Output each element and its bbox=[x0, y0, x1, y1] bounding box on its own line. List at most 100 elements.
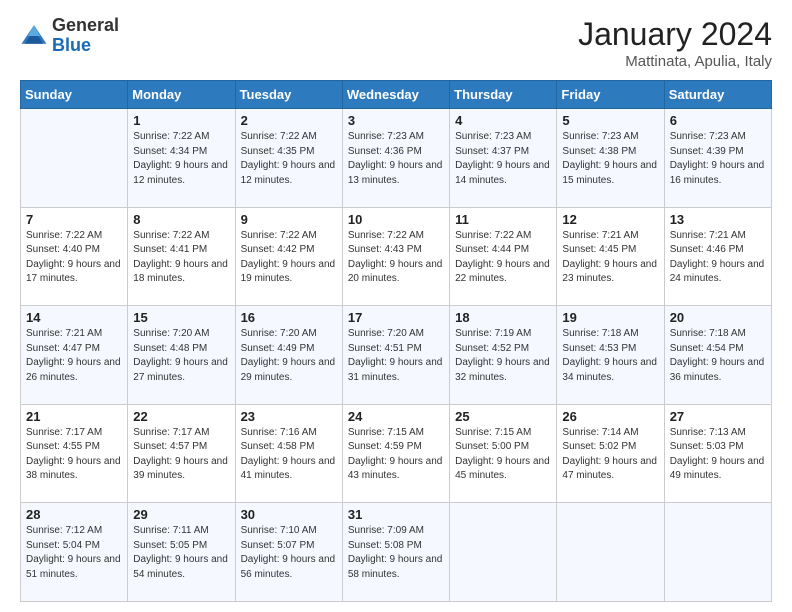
calendar-cell: 27 Sunrise: 7:13 AMSunset: 5:03 PMDayligh… bbox=[664, 404, 771, 503]
calendar-cell: 15Sunrise: 7:20 AMSunset: 4:48 PMDayligh… bbox=[128, 306, 235, 405]
day-info: Sunrise: 7:22 AMSunset: 4:35 PMDaylight:… bbox=[241, 130, 337, 188]
day-info: Sunrise: 7:19 AMSunset: 4:52 PMDaylight:… bbox=[455, 327, 551, 385]
day-info: Sunrise: 7:20 AMSunset: 4:48 PMDaylight:… bbox=[133, 327, 229, 385]
day-info: Sunrise: 7:18 AMSunset: 4:54 PMDaylight:… bbox=[670, 327, 766, 385]
day-number: 7 bbox=[26, 212, 122, 227]
logo: General Blue bbox=[20, 16, 119, 56]
day-number: 24 bbox=[348, 409, 444, 424]
day-number: 2 bbox=[241, 113, 337, 128]
calendar-cell: 26Sunrise: 7:14 AMSunset: 5:02 PMDayligh… bbox=[557, 404, 664, 503]
day-number: 1 bbox=[133, 113, 229, 128]
calendar-cell: 22 Sunrise: 7:17 AMSunset: 4:57 PMDayligh… bbox=[128, 404, 235, 503]
day-info: Sunrise: 7:20 AMSunset: 4:51 PMDaylight:… bbox=[348, 327, 444, 385]
calendar-cell: 24 Sunrise: 7:15 AMSunset: 4:59 PMDayligh… bbox=[342, 404, 449, 503]
day-number: 9 bbox=[241, 212, 337, 227]
calendar-cell: 2 Sunrise: 7:22 AMSunset: 4:35 PMDaylight… bbox=[235, 109, 342, 208]
calendar-cell bbox=[557, 503, 664, 602]
day-info: Sunrise: 7:17 AMSunset: 4:57 PMDaylight:… bbox=[133, 426, 229, 484]
month-title: January 2024 bbox=[578, 16, 772, 53]
calendar-cell: 29Sunrise: 7:11 AMSunset: 5:05 PMDayligh… bbox=[128, 503, 235, 602]
day-info: Sunrise: 7:22 AMSunset: 4:42 PMDaylight:… bbox=[241, 229, 337, 287]
day-number: 14 bbox=[26, 310, 122, 325]
calendar-cell: 1 Sunrise: 7:22 AMSunset: 4:34 PMDaylight… bbox=[128, 109, 235, 208]
calendar-cell: 9 Sunrise: 7:22 AMSunset: 4:42 PMDaylight… bbox=[235, 207, 342, 306]
day-info: Sunrise: 7:22 AMSunset: 4:43 PMDaylight:… bbox=[348, 229, 444, 287]
day-number: 25 bbox=[455, 409, 551, 424]
day-number: 11 bbox=[455, 212, 551, 227]
day-header-monday: Monday bbox=[128, 81, 235, 109]
day-number: 22 bbox=[133, 409, 229, 424]
day-info: Sunrise: 7:13 AMSunset: 5:03 PMDaylight:… bbox=[670, 426, 766, 484]
week-row-5: 28 Sunrise: 7:12 AMSunset: 5:04 PMDayligh… bbox=[21, 503, 772, 602]
calendar-table: SundayMondayTuesdayWednesdayThursdayFrid… bbox=[20, 80, 772, 602]
day-info: Sunrise: 7:15 AMSunset: 4:59 PMDaylight:… bbox=[348, 426, 444, 484]
logo-text: General Blue bbox=[52, 16, 119, 56]
logo-icon bbox=[20, 22, 48, 50]
calendar-cell: 5 Sunrise: 7:23 AMSunset: 4:38 PMDaylight… bbox=[557, 109, 664, 208]
day-number: 19 bbox=[562, 310, 658, 325]
calendar-cell: 21 Sunrise: 7:17 AMSunset: 4:55 PMDayligh… bbox=[21, 404, 128, 503]
day-info: Sunrise: 7:16 AMSunset: 4:58 PMDaylight:… bbox=[241, 426, 337, 484]
calendar-cell: 4 Sunrise: 7:23 AMSunset: 4:37 PMDaylight… bbox=[450, 109, 557, 208]
week-row-1: 1 Sunrise: 7:22 AMSunset: 4:34 PMDaylight… bbox=[21, 109, 772, 208]
day-header-saturday: Saturday bbox=[664, 81, 771, 109]
day-number: 5 bbox=[562, 113, 658, 128]
day-header-sunday: Sunday bbox=[21, 81, 128, 109]
week-row-2: 7Sunrise: 7:22 AMSunset: 4:40 PMDaylight… bbox=[21, 207, 772, 306]
day-number: 29 bbox=[133, 507, 229, 522]
calendar-cell: 6 Sunrise: 7:23 AMSunset: 4:39 PMDaylight… bbox=[664, 109, 771, 208]
day-number: 30 bbox=[241, 507, 337, 522]
calendar-cell: 3 Sunrise: 7:23 AMSunset: 4:36 PMDaylight… bbox=[342, 109, 449, 208]
day-info: Sunrise: 7:23 AMSunset: 4:39 PMDaylight:… bbox=[670, 130, 766, 188]
calendar-cell: 18Sunrise: 7:19 AMSunset: 4:52 PMDayligh… bbox=[450, 306, 557, 405]
calendar-cell: 19 Sunrise: 7:18 AMSunset: 4:53 PMDayligh… bbox=[557, 306, 664, 405]
day-info: Sunrise: 7:12 AMSunset: 5:04 PMDaylight:… bbox=[26, 524, 122, 582]
day-number: 27 bbox=[670, 409, 766, 424]
calendar-cell: 11 Sunrise: 7:22 AMSunset: 4:44 PMDayligh… bbox=[450, 207, 557, 306]
calendar-cell: 25 Sunrise: 7:15 AMSunset: 5:00 PMDayligh… bbox=[450, 404, 557, 503]
day-info: Sunrise: 7:22 AMSunset: 4:34 PMDaylight:… bbox=[133, 130, 229, 188]
day-number: 28 bbox=[26, 507, 122, 522]
day-number: 4 bbox=[455, 113, 551, 128]
day-header-tuesday: Tuesday bbox=[235, 81, 342, 109]
day-number: 31 bbox=[348, 507, 444, 522]
day-number: 20 bbox=[670, 310, 766, 325]
day-info: Sunrise: 7:21 AMSunset: 4:46 PMDaylight:… bbox=[670, 229, 766, 287]
calendar-cell bbox=[450, 503, 557, 602]
calendar-cell: 10Sunrise: 7:22 AMSunset: 4:43 PMDayligh… bbox=[342, 207, 449, 306]
calendar-cell: 14Sunrise: 7:21 AMSunset: 4:47 PMDayligh… bbox=[21, 306, 128, 405]
day-info: Sunrise: 7:23 AMSunset: 4:36 PMDaylight:… bbox=[348, 130, 444, 188]
day-info: Sunrise: 7:17 AMSunset: 4:55 PMDaylight:… bbox=[26, 426, 122, 484]
day-number: 21 bbox=[26, 409, 122, 424]
day-info: Sunrise: 7:15 AMSunset: 5:00 PMDaylight:… bbox=[455, 426, 551, 484]
calendar-cell: 16 Sunrise: 7:20 AMSunset: 4:49 PMDayligh… bbox=[235, 306, 342, 405]
day-info: Sunrise: 7:22 AMSunset: 4:44 PMDaylight:… bbox=[455, 229, 551, 287]
calendar-cell: 7Sunrise: 7:22 AMSunset: 4:40 PMDaylight… bbox=[21, 207, 128, 306]
day-info: Sunrise: 7:10 AMSunset: 5:07 PMDaylight:… bbox=[241, 524, 337, 582]
calendar-cell: 31Sunrise: 7:09 AMSunset: 5:08 PMDayligh… bbox=[342, 503, 449, 602]
day-header-friday: Friday bbox=[557, 81, 664, 109]
day-number: 26 bbox=[562, 409, 658, 424]
title-block: January 2024 Mattinata, Apulia, Italy bbox=[578, 16, 772, 70]
day-number: 13 bbox=[670, 212, 766, 227]
day-info: Sunrise: 7:18 AMSunset: 4:53 PMDaylight:… bbox=[562, 327, 658, 385]
day-number: 6 bbox=[670, 113, 766, 128]
day-header-wednesday: Wednesday bbox=[342, 81, 449, 109]
calendar-cell: 20 Sunrise: 7:18 AMSunset: 4:54 PMDayligh… bbox=[664, 306, 771, 405]
day-number: 23 bbox=[241, 409, 337, 424]
day-info: Sunrise: 7:23 AMSunset: 4:38 PMDaylight:… bbox=[562, 130, 658, 188]
header: General Blue January 2024 Mattinata, Apu… bbox=[20, 16, 772, 70]
day-info: Sunrise: 7:23 AMSunset: 4:37 PMDaylight:… bbox=[455, 130, 551, 188]
day-number: 16 bbox=[241, 310, 337, 325]
calendar-cell bbox=[664, 503, 771, 602]
calendar-cell: 17Sunrise: 7:20 AMSunset: 4:51 PMDayligh… bbox=[342, 306, 449, 405]
week-row-3: 14Sunrise: 7:21 AMSunset: 4:47 PMDayligh… bbox=[21, 306, 772, 405]
days-header-row: SundayMondayTuesdayWednesdayThursdayFrid… bbox=[21, 81, 772, 109]
day-info: Sunrise: 7:20 AMSunset: 4:49 PMDaylight:… bbox=[241, 327, 337, 385]
day-header-thursday: Thursday bbox=[450, 81, 557, 109]
calendar-cell: 30 Sunrise: 7:10 AMSunset: 5:07 PMDayligh… bbox=[235, 503, 342, 602]
page: General Blue January 2024 Mattinata, Apu… bbox=[0, 0, 792, 612]
day-number: 8 bbox=[133, 212, 229, 227]
day-number: 12 bbox=[562, 212, 658, 227]
day-number: 3 bbox=[348, 113, 444, 128]
